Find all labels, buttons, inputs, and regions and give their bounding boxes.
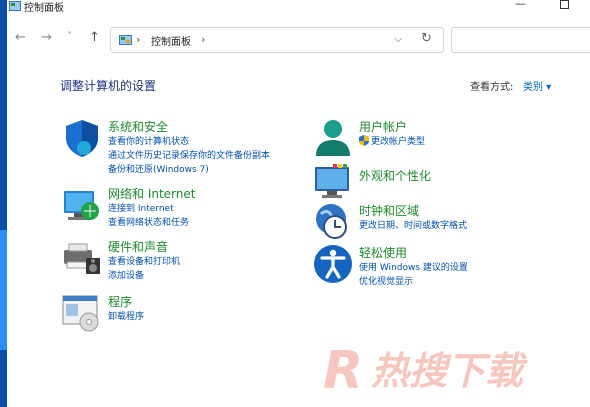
category-title[interactable]: 系统和安全 [108,118,168,135]
clock-icon [316,204,347,239]
category-title[interactable]: 时钟和区域 [359,202,419,219]
category-link[interactable]: 卸载程序 [108,309,144,322]
category-title[interactable]: 外观和个性化 [359,167,431,184]
category-system-security: 系统和安全 查看你的计算机状态 通过文件历史记录保存你的文件备份副本 备份和还原… [62,118,302,176]
category-link[interactable]: 优化视觉显示 [359,274,413,287]
up-button[interactable]: ↑ [89,30,100,45]
back-button[interactable]: ← [15,30,26,45]
category-ease-of-access: 轻松使用 使用 Windows 建议的设置 优化视觉显示 [313,244,553,290]
view-by-label: 查看方式: [470,82,514,93]
address-bar[interactable]: › 控制面板 › ⌵ ↻ [110,27,444,53]
desktop-edge [0,0,7,407]
category-link[interactable]: 连接到 Internet [108,201,174,214]
recent-locations-button[interactable]: ˅ [67,31,72,42]
desktop-glow [0,230,7,350]
window-title: 控制面板 [24,3,64,14]
category-hardware-sound: 硬件和声音 查看设备和打印机 添加设备 [62,238,302,282]
breadcrumb-separator[interactable]: › [201,33,205,46]
shield-icon [66,120,98,157]
category-title[interactable]: 用户帐户 [359,118,407,135]
appearance-icon [315,164,349,198]
category-title[interactable]: 硬件和声音 [108,238,168,255]
address-dropdown-button[interactable]: ⌵ [394,32,402,46]
control-panel-window: 控制面板 — ← → ˅ ↑ › 控制面板 › ⌵ ↻ 调整计算机的设置 查看方… [7,0,590,407]
title-bar[interactable]: 控制面板 — [7,0,590,18]
category-user-accounts: 用户帐户 更改帐户类型 [313,118,553,160]
category-title[interactable]: 网络和 Internet [108,185,195,202]
printer-icon [64,243,100,274]
category-clock-region: 时钟和区域 更改日期、时间或数字格式 [313,202,553,240]
navigation-bar: ← → ˅ ↑ › 控制面板 › ⌵ ↻ [7,22,590,56]
watermark-logo: R 热搜下载 [323,341,528,398]
accessibility-icon [314,245,352,283]
category-link[interactable]: 使用 Windows 建议的设置 [359,260,468,273]
link-text[interactable]: 更改帐户类型 [371,137,425,147]
category-title[interactable]: 轻松使用 [359,244,407,261]
category-link[interactable]: 备份和还原(Windows 7) [108,162,209,175]
category-link[interactable]: 更改日期、时间或数字格式 [359,218,467,231]
user-icon [316,120,350,156]
programs-icon [62,295,99,332]
category-link[interactable]: 添加设备 [108,268,144,281]
breadcrumb-separator[interactable]: › [136,33,140,46]
category-link[interactable]: 通过文件历史记录保存你的文件备份副本 [108,148,270,161]
network-icon [64,191,99,220]
category-appearance: 外观和个性化 [313,162,553,198]
breadcrumb-control-panel[interactable]: 控制面板 [151,33,191,48]
category-link[interactable]: 查看设备和打印机 [108,254,180,267]
svg-text:热搜下载: 热搜下载 [371,349,528,393]
search-input[interactable] [451,27,590,53]
view-by-dropdown[interactable]: 类别 ▾ [523,78,551,93]
control-panel-icon [119,35,132,45]
category-link[interactable]: 查看你的计算机状态 [108,134,189,147]
minimize-button[interactable]: — [515,0,526,10]
refresh-button[interactable]: ↻ [421,31,432,46]
category-link[interactable]: 查看网络状态和任务 [108,215,189,228]
control-panel-icon [9,1,21,11]
svg-text:R: R [323,341,363,398]
uac-shield-icon [359,135,369,146]
page-title: 调整计算机的设置 [60,79,157,93]
category-network-internet: 网络和 Internet 连接到 Internet 查看网络状态和任务 [62,185,302,229]
maximize-button[interactable] [560,0,569,9]
category-programs: 程序 卸载程序 [62,293,302,333]
category-title[interactable]: 程序 [108,293,132,310]
category-link[interactable]: 更改帐户类型 [359,134,425,147]
forward-button[interactable]: → [41,30,52,45]
